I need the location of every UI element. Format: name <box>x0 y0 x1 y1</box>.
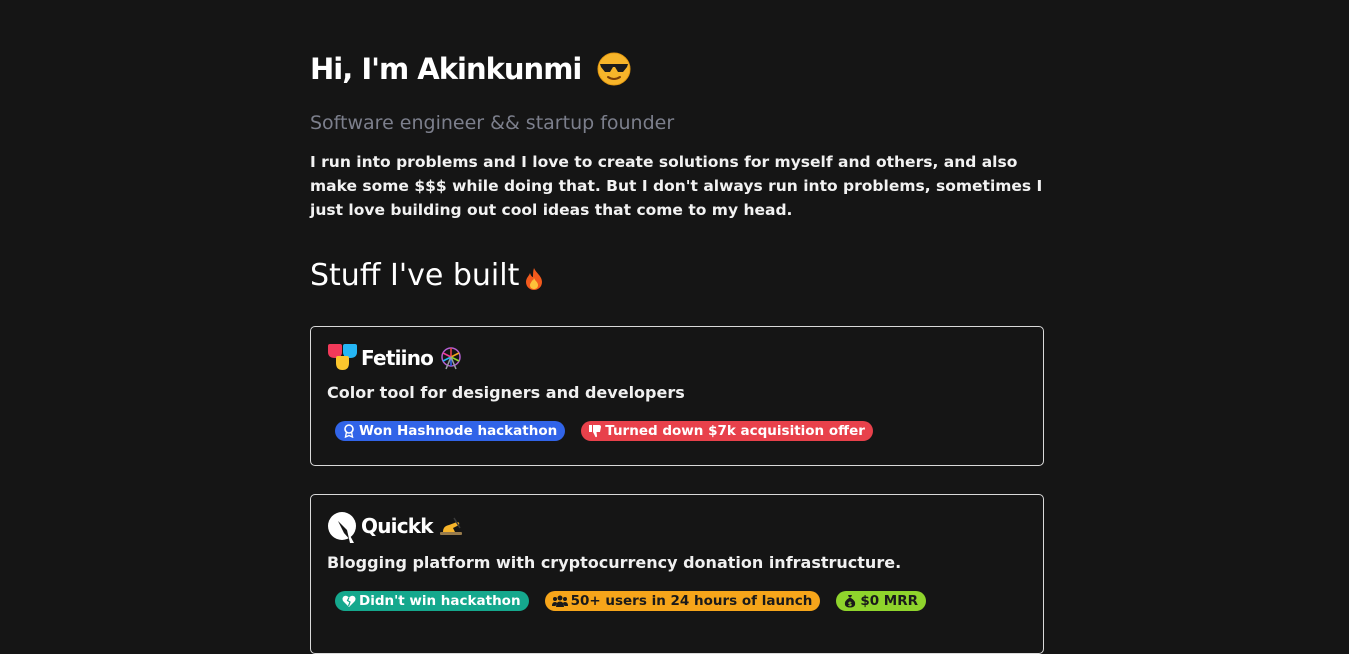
badge-hackathon-win: Won Hashnode hackathon <box>335 421 566 441</box>
badge-users-launch: 50+ users in 24 hours of launch <box>544 591 821 611</box>
hero-subtitle: Software engineer && startup founder <box>310 112 675 134</box>
project-heading: Quickk <box>327 511 463 543</box>
projects-section-title: Stuff I've built <box>310 258 545 293</box>
project-name[interactable]: Fetiino <box>361 346 434 370</box>
hero-heading: Hi, I'm Akinkunmi <box>310 52 631 86</box>
fire-icon <box>523 264 545 290</box>
svg-text:$: $ <box>848 601 852 608</box>
fetiino-logo-icon <box>327 343 359 373</box>
project-heading: Fetiino <box>327 343 463 373</box>
users-icon <box>551 595 568 607</box>
thumbs-down-icon <box>589 425 602 438</box>
project-description: Color tool for designers and developers <box>327 383 685 402</box>
smiling-face-with-sunglasses-icon <box>597 52 631 86</box>
ferris-wheel-icon <box>439 346 463 370</box>
project-name[interactable]: Quickk <box>361 514 434 538</box>
badge-mrr: $ $0 MRR <box>836 591 927 611</box>
quickk-logo-icon <box>327 511 359 543</box>
project-card-quickk[interactable]: Quickk Blogging platform with cryptocurr… <box>310 494 1044 654</box>
greeting-text: Hi, I'm Akinkunmi <box>310 52 582 86</box>
badge-acquisition-offer: Turned down $7k acquisition offer <box>581 421 873 441</box>
project-description: Blogging platform with cryptocurrency do… <box>327 553 902 572</box>
project-card-fetiino[interactable]: Fetiino Color tool for designers and dev… <box>310 326 1044 466</box>
project-badges: Didn't win hackathon 50+ users in 24 hou… <box>335 591 927 611</box>
writing-hand-icon <box>439 514 463 538</box>
award-icon <box>344 424 354 438</box>
section-title-text: Stuff I've built <box>310 258 520 293</box>
heart-crack-icon <box>342 595 356 607</box>
money-bag-icon: $ <box>845 595 856 608</box>
hero-bio: I run into problems and I love to create… <box>310 153 1043 219</box>
project-badges: Won Hashnode hackathon Turned down $7k a… <box>335 421 873 441</box>
badge-hackathon-loss: Didn't win hackathon <box>335 591 529 611</box>
